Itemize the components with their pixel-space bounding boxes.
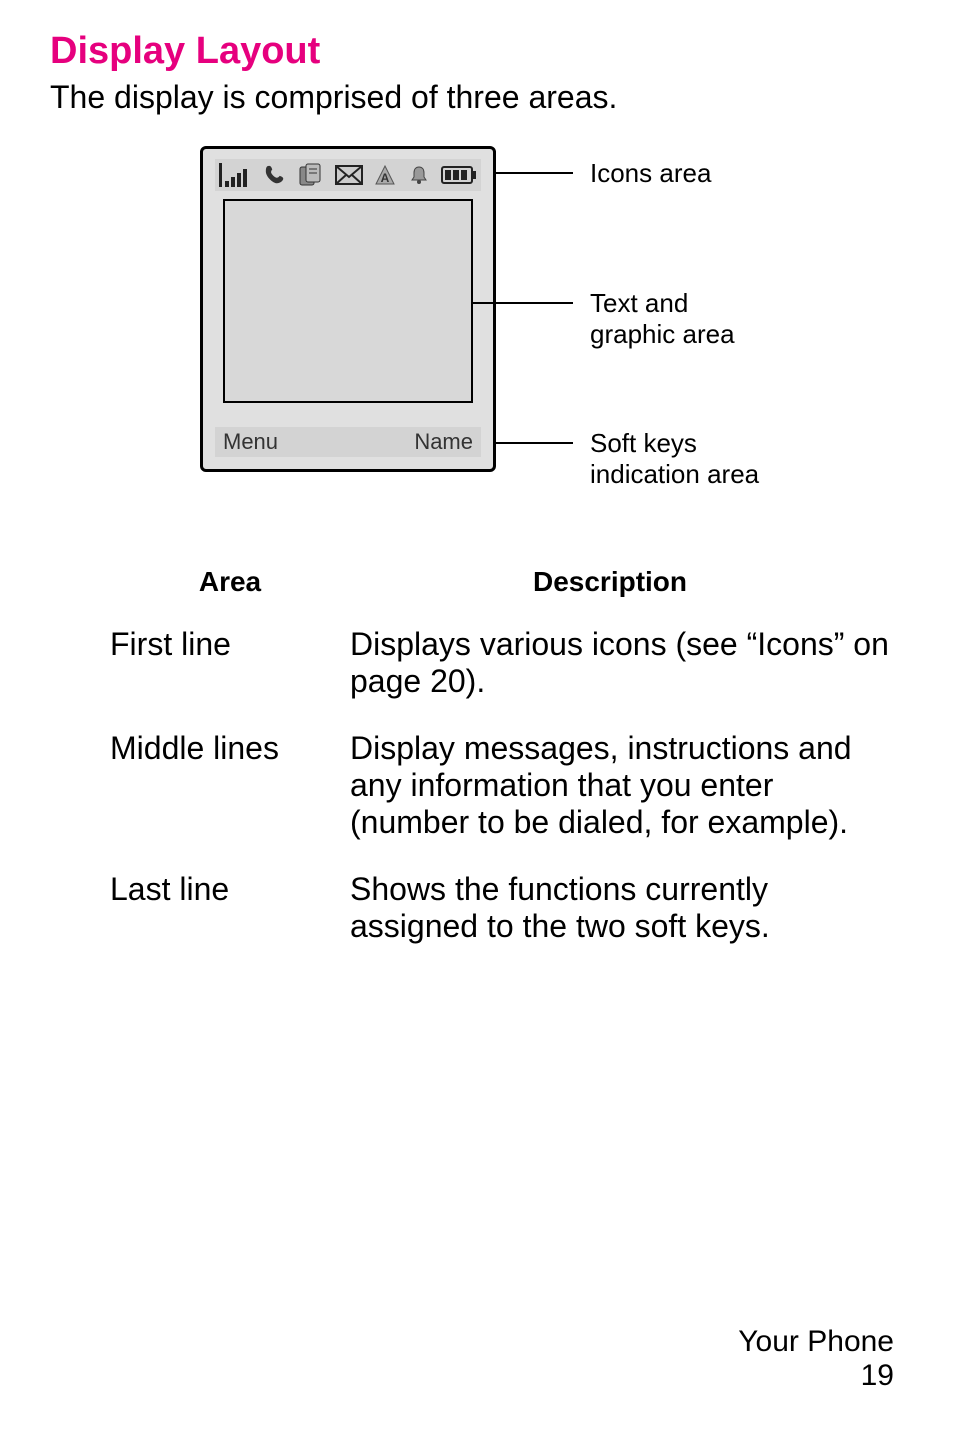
- softkey-left: Menu: [223, 429, 278, 455]
- callout-icons-area: Icons area: [590, 158, 711, 189]
- callout-line: [493, 442, 573, 444]
- table-row: Last line Shows the functions currently …: [110, 871, 904, 945]
- callout-line: [493, 172, 573, 174]
- table-row: Middle lines Display messages, instructi…: [110, 730, 904, 841]
- page-footer: Your Phone 19: [738, 1325, 894, 1393]
- row-area: Last line: [110, 871, 350, 908]
- header-area: Area: [110, 566, 350, 598]
- call-icon: [264, 164, 286, 186]
- footer-label: Your Phone: [738, 1325, 894, 1359]
- sheet-icon: [298, 163, 324, 187]
- callout-text-area: Text and graphic area: [590, 288, 735, 350]
- svg-text:A: A: [381, 171, 390, 185]
- softkey-area: Menu Name: [215, 427, 481, 457]
- table-row: First line Displays various icons (see “…: [110, 626, 904, 700]
- section-heading: Display Layout: [50, 30, 904, 73]
- area-description-table: Area Description First line Displays var…: [110, 566, 904, 945]
- a-icon: A: [374, 164, 396, 186]
- softkey-right: Name: [414, 429, 473, 455]
- signal-icon: [219, 163, 253, 187]
- mail-icon: [335, 165, 363, 185]
- row-desc: Shows the functions currently assigned t…: [350, 871, 890, 945]
- header-description: Description: [350, 566, 870, 598]
- row-area: Middle lines: [110, 730, 350, 767]
- footer-page: 19: [738, 1359, 894, 1393]
- text-graphic-area: [223, 199, 473, 403]
- row-area: First line: [110, 626, 350, 663]
- row-desc: Displays various icons (see “Icons” on p…: [350, 626, 890, 700]
- row-desc: Display messages, instructions and any i…: [350, 730, 890, 841]
- table-header: Area Description: [110, 566, 904, 598]
- callout-softkeys-area: Soft keys indication area: [590, 428, 759, 490]
- icons-area: A: [215, 159, 481, 191]
- callout-line: [473, 302, 573, 304]
- bell-icon: [408, 164, 430, 186]
- intro-text: The display is comprised of three areas.: [50, 79, 904, 116]
- battery-icon: [441, 166, 477, 184]
- phone-screen: A Menu Name: [200, 146, 496, 472]
- display-diagram: A Menu Name Icons area Te: [50, 146, 904, 506]
